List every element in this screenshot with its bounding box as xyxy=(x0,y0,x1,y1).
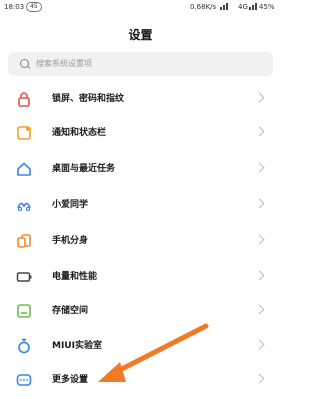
annotation-arrow xyxy=(98,323,209,382)
